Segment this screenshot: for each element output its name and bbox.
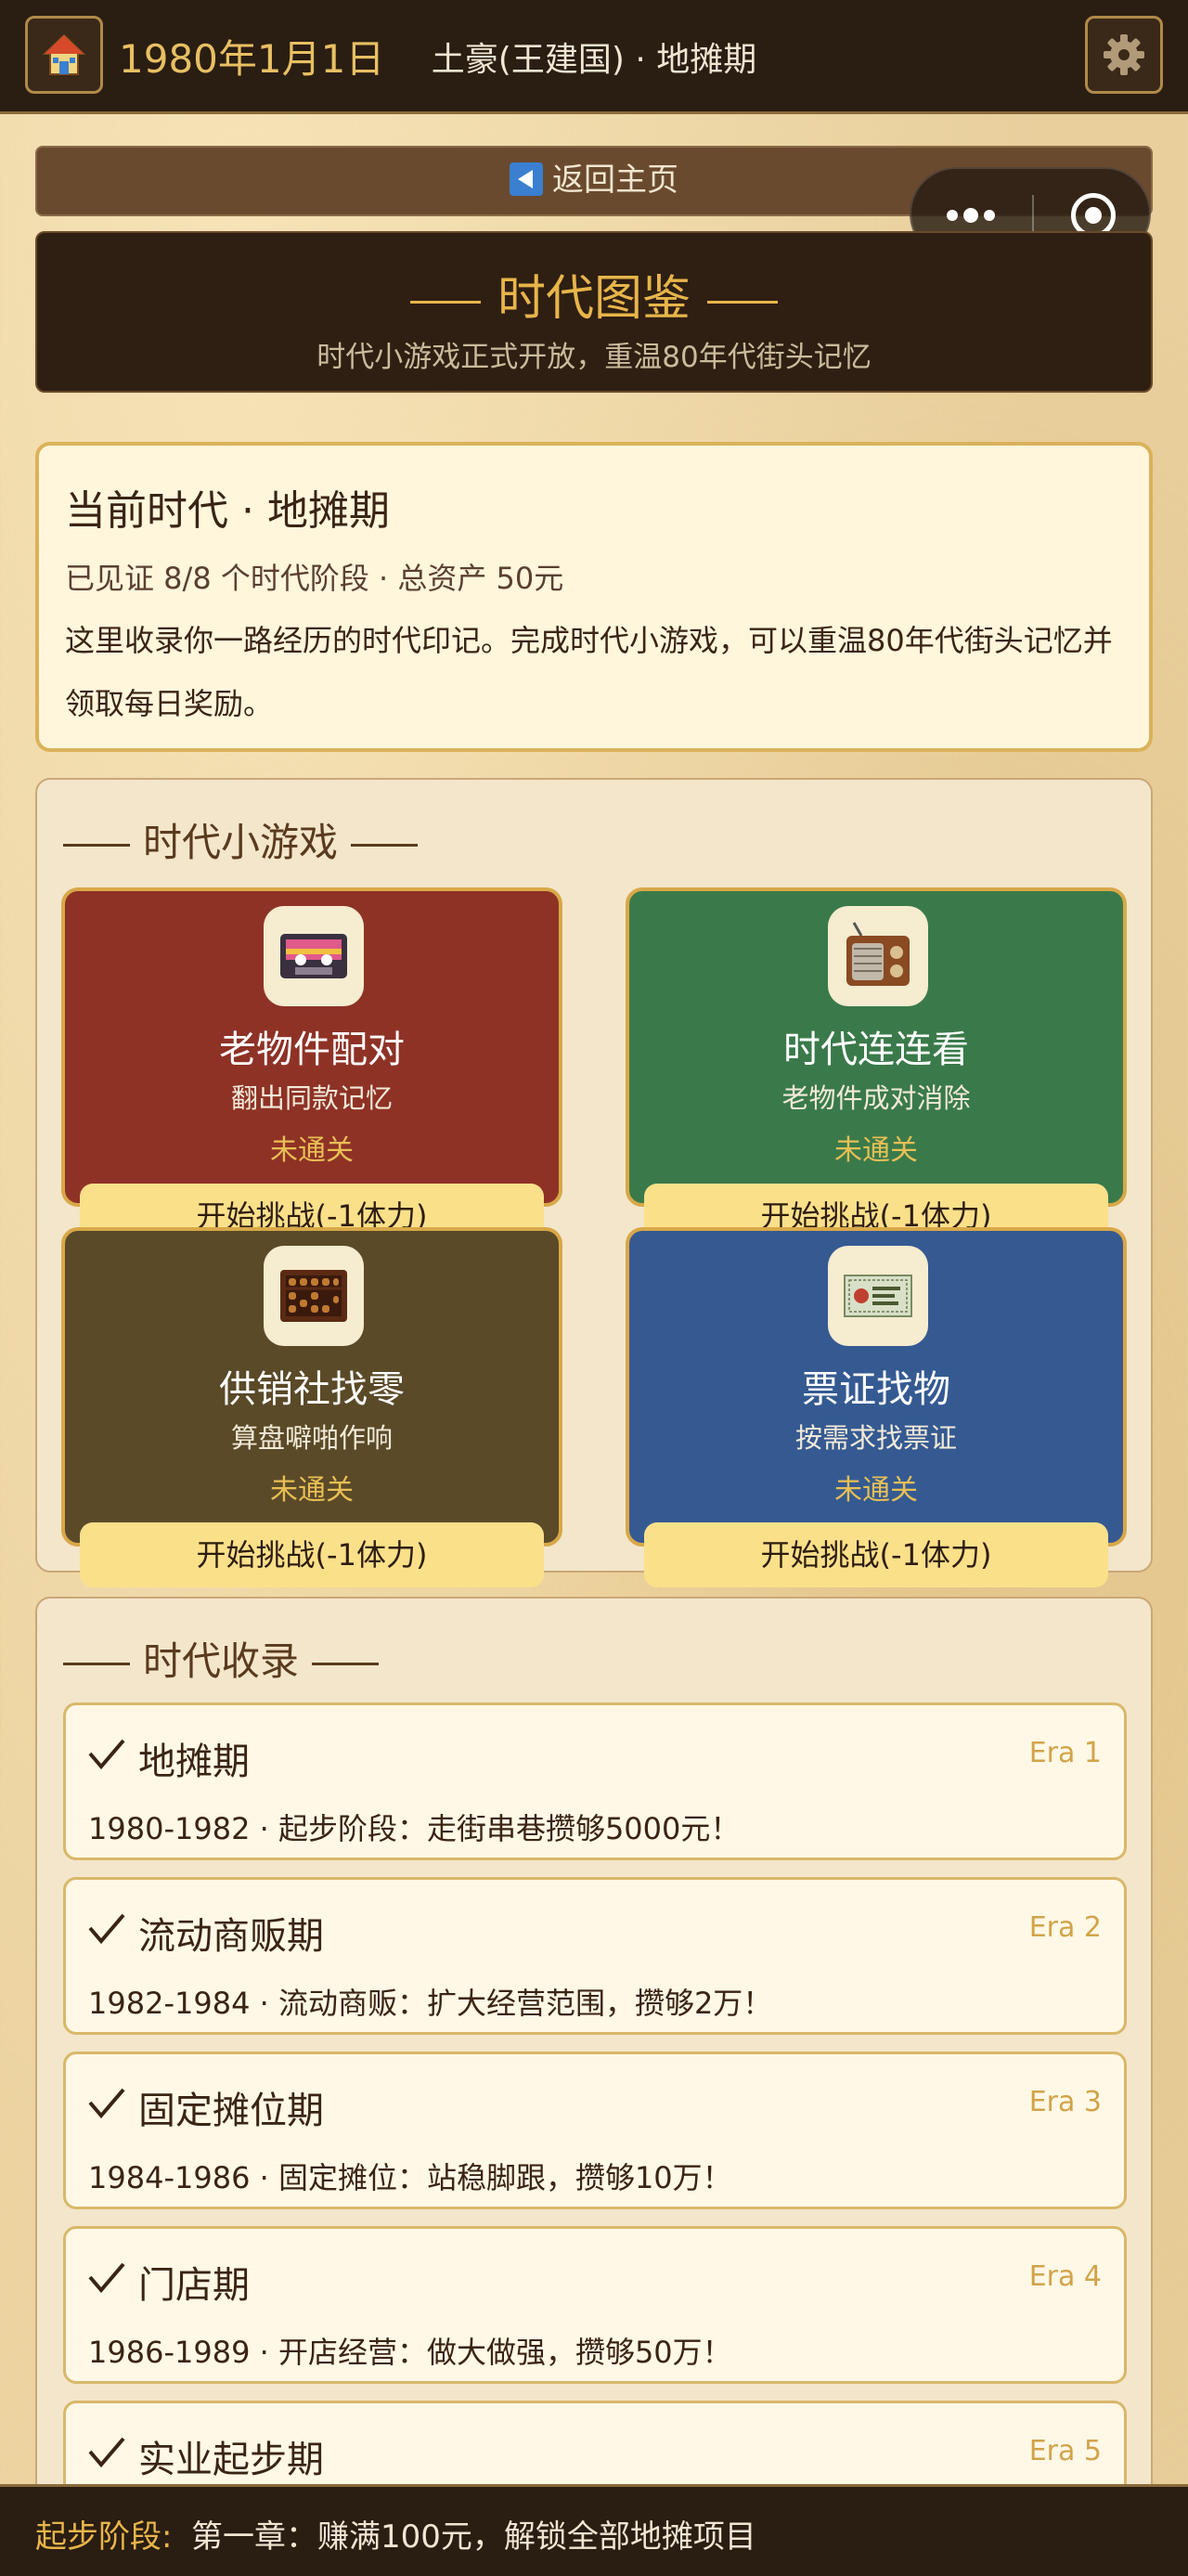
era-record-name: 实业起步期: [138, 2439, 324, 2481]
game-subtitle: 翻出同款记忆: [230, 1082, 393, 1114]
game-status: 未通关: [270, 1474, 354, 1507]
current-era-title: 当前时代 · 地摊期: [65, 487, 390, 535]
era-records-title: 时代收录: [63, 1630, 392, 1687]
era-record-description: 1986-1989 · 开店经营：做大做强，攒够50万！: [88, 2335, 732, 2370]
game-card-item-match[interactable]: 老物件配对 翻出同款记忆 未通关: [61, 887, 562, 1207]
checkmark-icon: [88, 2088, 125, 2119]
game-subtitle: 按需求找票证: [794, 1422, 957, 1454]
game-status: 未通关: [834, 1134, 918, 1167]
era-record-item[interactable]: 流动商贩期 Era 2 1982-1984 · 流动商贩：扩大经营范围，攒够2万…: [63, 1877, 1127, 2035]
game-subtitle: 算盘噼啪作响: [230, 1422, 393, 1454]
game-card-coop-change[interactable]: 供销社找零 算盘噼啪作响 未通关: [61, 1227, 562, 1547]
era-record-item[interactable]: 固定摊位期 Era 3 1984-1986 · 固定摊位：站稳脚跟，攒够10万！: [63, 2052, 1127, 2209]
era-record-number: Era 5: [1028, 2435, 1102, 2467]
start-challenge-button[interactable]: 开始挑战(-1体力): [644, 1522, 1108, 1587]
era-record-number: Era 3: [1028, 2086, 1102, 2118]
checkmark-icon: [88, 1739, 125, 1770]
capsule-divider: [1032, 195, 1034, 236]
gear-icon: [1104, 34, 1144, 75]
player-title: 土豪(王建国) · 地摊期: [431, 41, 757, 79]
era-record-item[interactable]: 地摊期 Era 1 1980-1982 · 起步阶段：走街串巷攒够5000元！: [63, 1702, 1127, 1860]
radio-icon: [828, 906, 928, 1006]
game-name: 供销社找零: [219, 1368, 405, 1411]
game-name: 老物件配对: [219, 1029, 405, 1071]
back-home-label: 返回主页: [552, 162, 678, 199]
bottom-status-bar: 起步阶段: 第一章：赚满100元，解锁全部地摊项目: [0, 2484, 1188, 2576]
stage-goal-text: 第一章：赚满100元，解锁全部地摊项目: [191, 2518, 756, 2556]
cassette-icon: [264, 906, 364, 1006]
era-record-name: 门店期: [138, 2264, 250, 2307]
game-status: 未通关: [834, 1474, 918, 1507]
era-record-item[interactable]: 门店期 Era 4 1986-1989 · 开店经营：做大做强，攒够50万！: [63, 2226, 1127, 2384]
game-subtitle: 老物件成对消除: [781, 1082, 971, 1114]
stage-label: 起步阶段:: [35, 2518, 173, 2556]
hero-title: 时代图鉴: [37, 259, 1151, 329]
era-record-name: 流动商贩期: [138, 1915, 324, 1958]
current-era-description: 这里收录你一路经历的时代印记。完成时代小游戏，可以重温80年代街头记忆并领取每日…: [65, 623, 1113, 721]
back-arrow-icon: [510, 162, 543, 196]
checkmark-icon: [88, 2262, 125, 2294]
mini-games-title: 时代小游戏: [63, 811, 431, 868]
era-record-name: 地摊期: [138, 1741, 250, 1783]
era-record-number: Era 1: [1028, 1737, 1102, 1769]
current-era-stats: 已见证 8/8 个时代阶段 · 总资产 50元: [65, 561, 564, 596]
ration-ticket-icon: [828, 1246, 928, 1346]
hero-subtitle: 时代小游戏正式开放，重温80年代街头记忆: [316, 341, 872, 374]
more-options-icon[interactable]: [947, 206, 1002, 225]
current-era-card: 当前时代 · 地摊期 已见证 8/8 个时代阶段 · 总资产 50元 这里收录你…: [35, 442, 1153, 752]
game-card-ticket-find[interactable]: 票证找物 按需求找票证 未通关: [626, 1227, 1127, 1547]
era-record-number: Era 2: [1028, 1911, 1102, 1944]
game-name: 票证找物: [802, 1368, 950, 1411]
era-record-description: 1984-1986 · 固定摊位：站稳脚跟，攒够10万！: [88, 2160, 732, 2195]
settings-button[interactable]: [1085, 16, 1163, 94]
era-record-description: 1980-1982 · 起步阶段：走街串巷攒够5000元！: [88, 1811, 741, 1846]
hero-banner: 时代图鉴 时代小游戏正式开放，重温80年代街头记忆: [35, 231, 1153, 393]
checkmark-icon: [88, 2437, 125, 2468]
start-challenge-button[interactable]: 开始挑战(-1体力): [80, 1522, 544, 1587]
era-record-number: Era 4: [1028, 2260, 1102, 2293]
era-records-section: 时代收录 地摊期 Era 1 1980-1982 · 起步阶段：走街串巷攒够50…: [35, 1597, 1153, 2558]
game-status: 未通关: [270, 1134, 354, 1167]
abacus-icon: [264, 1246, 364, 1346]
top-bar: 1980年1月1日 土豪(王建国) · 地摊期: [0, 0, 1188, 114]
game-name: 时代连连看: [783, 1029, 969, 1071]
era-record-description: 1982-1984 · 流动商贩：扩大经营范围，攒够2万！: [88, 1986, 773, 2021]
mini-games-section: 时代小游戏 老物件配对 翻出同款记忆 未通关 开始挑战(-1体力) 时代连连看 …: [35, 778, 1153, 1587]
era-record-name: 固定摊位期: [138, 2090, 324, 2132]
checkmark-icon: [88, 1913, 125, 1945]
game-card-link-match[interactable]: 时代连连看 老物件成对消除 未通关: [626, 887, 1127, 1207]
